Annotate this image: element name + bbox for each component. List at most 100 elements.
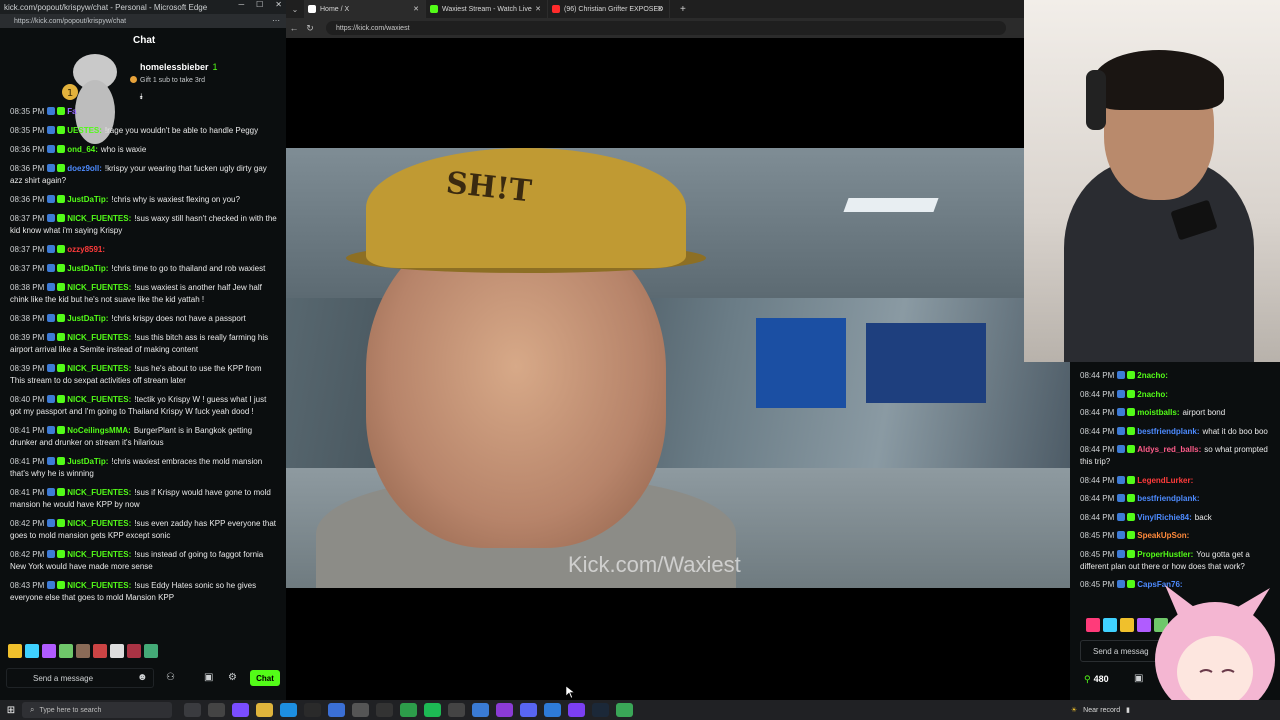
message-username[interactable]: JustDaTip:	[67, 314, 108, 323]
message-username[interactable]: ProperHustler:	[1137, 550, 1193, 559]
app-icon[interactable]	[424, 703, 441, 717]
app-icon[interactable]	[472, 703, 489, 717]
message-username[interactable]: JustDaTip:	[67, 264, 108, 273]
refresh-icon[interactable]: ↻	[302, 23, 318, 34]
message-username[interactable]: LegendLurker:	[1137, 476, 1193, 485]
message-username[interactable]: NICK_FUENTES:	[67, 214, 131, 223]
app-icon[interactable]	[328, 703, 345, 717]
app-icon[interactable]	[496, 703, 513, 717]
message-username[interactable]: bestfriendplank:	[1137, 494, 1199, 503]
send-chat-button[interactable]: Chat	[250, 670, 280, 686]
back-icon[interactable]: ←	[286, 23, 302, 33]
close-icon[interactable]: ✕	[275, 0, 282, 9]
app-icon[interactable]	[376, 703, 393, 717]
message-time: 08:37 PM	[10, 264, 45, 273]
chrome-icon[interactable]	[616, 703, 633, 717]
emote[interactable]	[8, 644, 22, 658]
app-icon[interactable]	[232, 703, 249, 717]
users-icon[interactable]: ⚇	[166, 672, 175, 683]
message-username[interactable]: NICK_FUENTES:	[67, 519, 131, 528]
message-username[interactable]: NICK_FUENTES:	[67, 395, 131, 404]
taskbar-search[interactable]: ⌕ Type here to search	[22, 702, 172, 718]
browser-actions-icon[interactable]: ⋯	[272, 16, 280, 25]
tab-list-icon[interactable]: ⌄	[286, 0, 304, 18]
badge-icon	[1127, 426, 1136, 435]
tab-label: Home / X	[320, 5, 350, 13]
emote[interactable]	[59, 644, 73, 658]
message-username[interactable]: Fa	[67, 107, 76, 116]
svg-text:1: 1	[67, 88, 73, 99]
emote[interactable]	[93, 644, 107, 658]
emote[interactable]	[1086, 618, 1100, 632]
message-username[interactable]: JustDaTip:	[67, 195, 108, 204]
emote[interactable]	[1103, 618, 1117, 632]
chat-message-list[interactable]: 08:35 PM Fa 08:35 PM UESTES: !rage you would…	[0, 106, 286, 646]
maximize-icon[interactable]: ☐	[256, 0, 263, 9]
gift-box-icon[interactable]: ▣	[204, 672, 213, 683]
message-username[interactable]: 2nacho:	[1137, 390, 1168, 399]
message-username[interactable]: VinylRichie84:	[1137, 513, 1192, 522]
obs-icon[interactable]	[304, 703, 321, 717]
task-view-icon[interactable]	[184, 703, 201, 717]
emote[interactable]	[144, 644, 158, 658]
emote[interactable]	[110, 644, 124, 658]
message-username[interactable]: NICK_FUENTES:	[67, 283, 131, 292]
message-username[interactable]: NICK_FUENTES:	[67, 581, 131, 590]
message-username[interactable]: NICK_FUENTES:	[67, 488, 131, 497]
emote[interactable]	[25, 644, 39, 658]
chat-message: 08:39 PM NICK_FUENTES: !sus this bitch ass…	[10, 332, 278, 356]
message-username[interactable]: NICK_FUENTES:	[67, 550, 131, 559]
emote[interactable]	[127, 644, 141, 658]
tab-close-icon[interactable]: ✕	[535, 5, 541, 13]
tab-waxiest-stream[interactable]: Waxiest Stream - Watch Live ✕	[426, 0, 548, 18]
app-icon[interactable]	[352, 703, 369, 717]
tab-close-icon[interactable]: ✕	[413, 5, 419, 13]
message-username[interactable]: Aldys_red_balls:	[1137, 445, 1201, 454]
emote[interactable]	[76, 644, 90, 658]
message-username[interactable]: ond_64:	[67, 145, 98, 154]
app-icon[interactable]	[448, 703, 465, 717]
message-username[interactable]: 2nacho:	[1137, 371, 1168, 380]
address-bar[interactable]: https://kick.com/popout/krispyw/chat ⋯	[0, 14, 286, 28]
message-username[interactable]: ozzy8591:	[67, 245, 105, 254]
new-tab-icon[interactable]: +	[670, 0, 686, 18]
message-username[interactable]: UESTES:	[67, 126, 102, 135]
url-field[interactable]: https://kick.com/waxiest	[326, 21, 1006, 35]
chevron-down-icon[interactable]: ⯯	[139, 92, 144, 102]
windows-start-icon[interactable]: ⊞	[0, 705, 22, 716]
message-text: !chris why is waxiest flexing on you?	[111, 195, 240, 204]
message-username[interactable]: doez9oll:	[67, 164, 102, 173]
app-icon[interactable]	[544, 703, 561, 717]
gift-sub-prompt[interactable]: Gift 1 sub to take 3rd	[130, 76, 205, 84]
message-username[interactable]: NICK_FUENTES:	[67, 333, 131, 342]
message-username[interactable]: NICK_FUENTES:	[67, 364, 131, 373]
edge-icon[interactable]	[280, 703, 297, 717]
folder-icon[interactable]	[256, 703, 273, 717]
message-username[interactable]: SpeakUpSon:	[1137, 531, 1189, 540]
emoji-icon[interactable]: ☻	[137, 672, 148, 683]
tab-close-icon[interactable]: ✕	[657, 5, 663, 13]
tab-home-x[interactable]: Home / X ✕	[304, 0, 426, 18]
stream-video[interactable]: SH!T Kick.com/Waxiest	[286, 148, 1070, 588]
message-text: what it do boo boo	[1202, 426, 1268, 436]
app-icon[interactable]	[208, 703, 225, 717]
tab-youtube-video[interactable]: (96) Christian Grifter EXPOSED ✕	[548, 0, 670, 18]
message-username[interactable]: moistballs:	[1137, 408, 1179, 417]
discord-icon[interactable]	[520, 703, 537, 717]
app-icon[interactable]	[568, 703, 585, 717]
emote[interactable]	[42, 644, 56, 658]
pinned-gifter[interactable]: homelessbieber 1	[140, 62, 218, 72]
minimize-icon[interactable]: ─	[238, 0, 244, 9]
message-username[interactable]: bestfriendplank:	[1137, 427, 1199, 436]
message-time: 08:36 PM	[10, 145, 45, 154]
message-username[interactable]: NoCeilingsMMA:	[67, 426, 131, 435]
app-icon[interactable]	[400, 703, 417, 717]
gift-text: Gift 1 sub to take 3rd	[140, 77, 205, 84]
badge-icon	[47, 195, 56, 203]
weather-icon[interactable]: ☀	[1071, 706, 1077, 714]
steam-icon[interactable]	[592, 703, 609, 717]
message-username[interactable]: JustDaTip:	[67, 457, 108, 466]
battery-icon[interactable]: ▮	[1126, 706, 1130, 714]
chat-input[interactable]: Send a message	[6, 668, 154, 688]
settings-gear-icon[interactable]: ⚙	[228, 672, 237, 683]
